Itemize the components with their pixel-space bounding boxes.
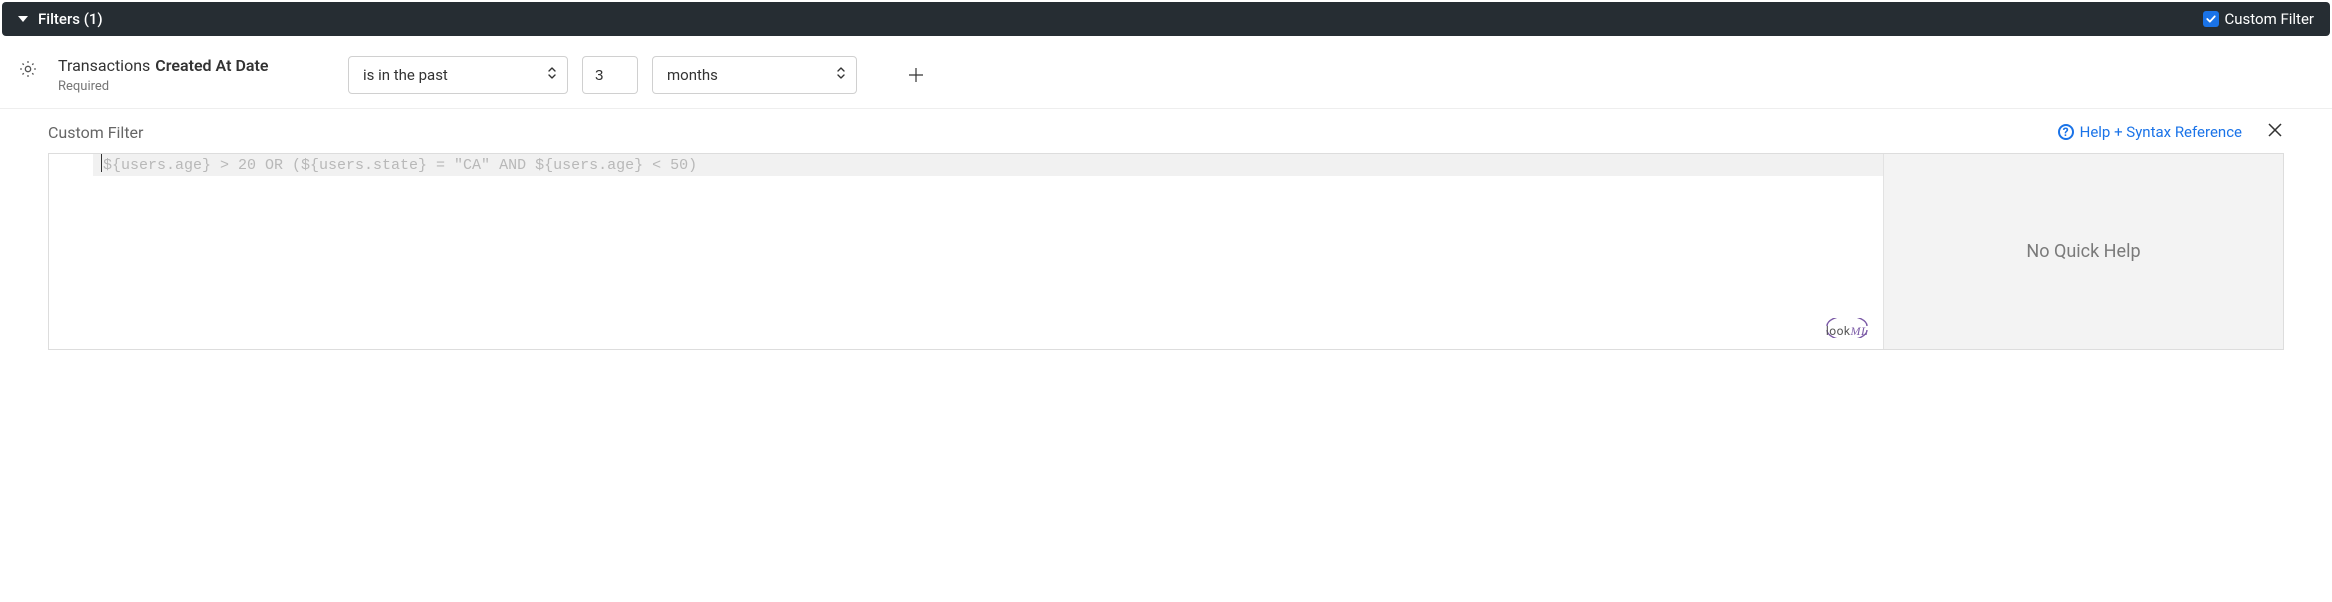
filter-row: Transactions Created At Date Required is… — [0, 38, 2332, 109]
unit-select-value: months — [667, 66, 718, 84]
close-icon — [2266, 121, 2284, 139]
custom-filter-section: Custom Filter ? Help + Syntax Reference … — [0, 109, 2332, 368]
custom-filter-checkbox-label: Custom Filter — [2225, 10, 2315, 28]
editor-placeholder-line: ${users.age} > 20 OR (${users.state} = "… — [93, 154, 1883, 176]
filter-field-label: Created At Date — [155, 56, 268, 75]
help-link-text: Help + Syntax Reference — [2080, 123, 2242, 141]
close-custom-filter-button[interactable] — [2266, 121, 2284, 143]
quick-help-text: No Quick Help — [2026, 241, 2140, 262]
filter-label-line: Transactions Created At Date — [58, 56, 328, 75]
lookml-badge: lookML — [1823, 318, 1871, 339]
editor-gutter — [49, 154, 93, 349]
help-link[interactable]: ? Help + Syntax Reference — [2058, 123, 2242, 141]
custom-filter-title: Custom Filter — [48, 123, 143, 142]
filters-header[interactable]: Filters (1) Custom Filter — [2, 2, 2330, 36]
filter-label-block: Transactions Created At Date Required — [58, 56, 328, 94]
editor-placeholder-text: ${users.age} > 20 OR (${users.state} = "… — [103, 157, 697, 174]
custom-filter-actions: ? Help + Syntax Reference — [2058, 121, 2284, 143]
unit-select[interactable]: months — [652, 56, 857, 94]
custom-filter-checkbox[interactable] — [2203, 11, 2219, 27]
quantity-input[interactable] — [582, 56, 638, 94]
filters-header-right: Custom Filter — [2203, 10, 2315, 28]
custom-filter-head: Custom Filter ? Help + Syntax Reference — [48, 121, 2284, 143]
gear-icon[interactable] — [18, 59, 38, 79]
help-icon: ? — [2058, 124, 2074, 140]
operator-select-value: is in the past — [363, 66, 448, 84]
lookml-prefix: look — [1826, 324, 1851, 338]
caret-down-icon — [18, 16, 28, 22]
filter-controls: is in the past months — [348, 56, 927, 94]
editor-panel: ${users.age} > 20 OR (${users.state} = "… — [48, 153, 2284, 350]
plus-icon — [907, 66, 925, 84]
lookml-suffix: ML — [1851, 324, 1869, 338]
filter-required-label: Required — [58, 79, 328, 94]
double-caret-icon — [836, 66, 846, 84]
double-caret-icon — [547, 66, 557, 84]
code-editor[interactable]: ${users.age} > 20 OR (${users.state} = "… — [49, 154, 1883, 349]
filters-header-left: Filters (1) — [18, 10, 103, 28]
filters-header-title: Filters (1) — [38, 10, 103, 28]
quick-help-panel: No Quick Help — [1883, 154, 2283, 349]
operator-select[interactable]: is in the past — [348, 56, 568, 94]
add-filter-button[interactable] — [905, 64, 927, 86]
check-icon — [2205, 13, 2217, 25]
filter-source-label: Transactions — [58, 56, 150, 75]
